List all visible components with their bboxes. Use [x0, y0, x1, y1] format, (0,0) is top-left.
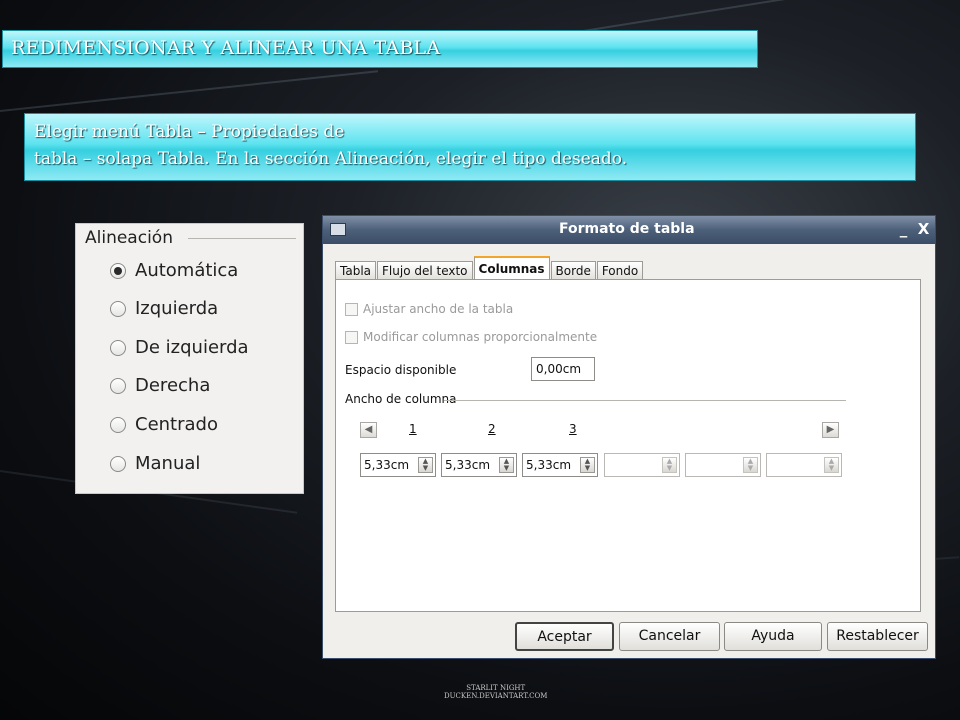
tab-borde[interactable]: Borde	[550, 261, 596, 279]
tab-flujo-del-texto[interactable]: Flujo del texto	[377, 261, 473, 279]
radio-selected-icon[interactable]	[110, 262, 126, 279]
radio-label: De izquierda	[135, 337, 249, 358]
column-width-value[interactable]: 5,33cm	[445, 458, 490, 472]
spin-arrows-icon[interactable]: ▲ ▼	[580, 457, 595, 473]
column-width-value[interactable]: 5,33cm	[364, 458, 409, 472]
radio-option-manual[interactable]: Manual	[110, 453, 200, 474]
radio-label: Automática	[135, 260, 239, 281]
column-width-spinner[interactable]: 5,33cm ▲ ▼	[441, 453, 517, 477]
fit-width-checkbox[interactable]	[345, 302, 358, 316]
radio-icon[interactable]	[110, 377, 126, 394]
tab-columnas[interactable]: Columnas	[473, 256, 550, 279]
spin-arrows-icon[interactable]: ▲ ▼	[743, 457, 758, 473]
radio-option-derecha[interactable]: Derecha	[110, 375, 210, 396]
alignment-panel: Alineación Automática Izquierda De izqui…	[75, 223, 304, 494]
column-width-spinner[interactable]: 5,33cm ▲ ▼	[360, 453, 436, 477]
slide-title-bar: REDIMENSIONAR Y ALINEAR UNA TABLA	[2, 30, 758, 68]
slide-title: REDIMENSIONAR Y ALINEAR UNA TABLA	[11, 37, 441, 59]
scroll-right-button[interactable]: ▶	[822, 422, 839, 438]
radio-label: Izquierda	[135, 298, 219, 319]
cancel-button[interactable]: Cancelar	[619, 622, 720, 651]
credit-title: STARLIT NIGHT	[466, 684, 526, 692]
proportional-checkbox-row[interactable]: Modificar columnas proporcionalmente	[345, 330, 597, 344]
column-width-spinner-empty[interactable]: ▲ ▼	[604, 453, 680, 477]
available-space-field[interactable]: 0,00cm	[531, 357, 595, 381]
help-button[interactable]: Ayuda	[724, 622, 822, 651]
background-credit: STARLIT NIGHT DUCKEN.DEVIANTART.COM	[444, 684, 547, 700]
radio-option-de-izquierda[interactable]: De izquierda	[110, 337, 249, 358]
credit-url: DUCKEN.DEVIANTART.COM	[444, 692, 548, 700]
fit-width-label: Ajustar ancho de la tabla	[363, 302, 514, 316]
radio-option-centrado[interactable]: Centrado	[110, 414, 218, 435]
available-space-label: Espacio disponible	[345, 363, 457, 377]
column-width-spinner[interactable]: 5,33cm ▲ ▼	[522, 453, 598, 477]
window-app-icon[interactable]	[330, 223, 346, 236]
spin-arrows-icon[interactable]: ▲ ▼	[824, 457, 839, 473]
proportional-label: Modificar columnas proporcionalmente	[363, 330, 598, 344]
radio-icon[interactable]	[110, 416, 126, 433]
column-number-1: 1	[409, 422, 417, 436]
tab-fondo[interactable]: Fondo	[596, 261, 644, 279]
proportional-checkbox[interactable]	[345, 330, 358, 344]
scroll-left-button[interactable]: ◀	[360, 422, 377, 438]
tab-tabla[interactable]: Tabla	[335, 261, 377, 279]
columns-tab-panel: Ajustar ancho de la tabla Modificar colu…	[335, 279, 921, 612]
instruction-line-1: Elegir menú Tabla – Propiedades de	[34, 122, 345, 142]
table-format-dialog: Formato de tabla _ X Tabla Flujo del tex…	[322, 215, 936, 659]
section-separator	[444, 400, 846, 401]
dialog-title: Formato de tabla	[559, 221, 695, 237]
spin-arrows-icon[interactable]: ▲ ▼	[418, 457, 433, 473]
instruction-line-2: tabla – solapa Tabla. En la sección Alin…	[34, 149, 628, 169]
radio-label: Centrado	[135, 414, 218, 435]
column-number-2: 2	[488, 422, 496, 436]
radio-option-izquierda[interactable]: Izquierda	[110, 298, 218, 319]
fit-width-checkbox-row[interactable]: Ajustar ancho de la tabla	[345, 302, 513, 316]
radio-label: Derecha	[135, 375, 211, 396]
radio-icon[interactable]	[110, 339, 126, 356]
dialog-titlebar: Formato de tabla _ X	[323, 216, 935, 244]
legend-separator	[188, 238, 296, 239]
radio-option-automatica[interactable]: Automática	[110, 260, 238, 281]
radio-label: Manual	[135, 453, 201, 474]
close-icon[interactable]: X	[915, 221, 932, 238]
spin-arrows-icon[interactable]: ▲ ▼	[499, 457, 514, 473]
dialog-tabs: Tabla Flujo del texto Columnas Borde Fon…	[335, 256, 644, 279]
alignment-legend: Alineación	[85, 228, 177, 248]
radio-icon[interactable]	[110, 300, 126, 317]
column-width-label: Ancho de columna	[345, 392, 457, 406]
radio-icon[interactable]	[110, 455, 126, 472]
column-width-spinner-empty[interactable]: ▲ ▼	[766, 453, 842, 477]
column-number-3: 3	[569, 422, 577, 436]
minimize-icon[interactable]: _	[895, 221, 912, 238]
reset-button[interactable]: Restablecer	[827, 622, 928, 651]
ok-button[interactable]: Aceptar	[515, 622, 614, 651]
column-width-spinner-empty[interactable]: ▲ ▼	[685, 453, 761, 477]
column-width-value[interactable]: 5,33cm	[526, 458, 571, 472]
background-streak	[0, 70, 379, 112]
spin-arrows-icon[interactable]: ▲ ▼	[662, 457, 677, 473]
instruction-box: Elegir menú Tabla – Propiedades de tabla…	[24, 113, 916, 181]
